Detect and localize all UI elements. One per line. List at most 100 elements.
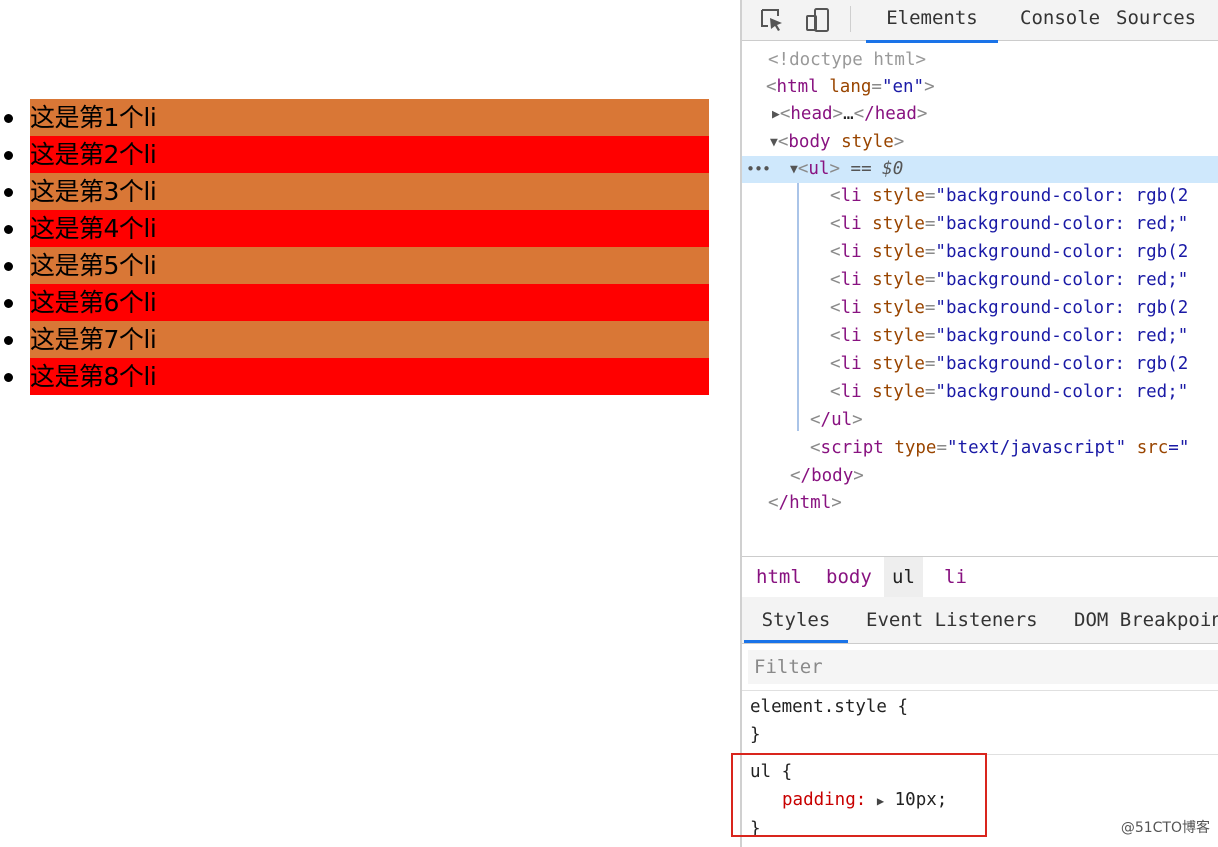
tag-name: li [840, 382, 862, 402]
dom-html-open[interactable]: <html lang="en"> [742, 74, 1218, 101]
tag-name: li [840, 354, 862, 374]
inspect-element-icon[interactable] [758, 6, 786, 34]
list-item: 这是第3个li [4, 173, 709, 210]
element-style-rule[interactable]: element.style { } [750, 693, 908, 749]
dom-doctype[interactable]: <!doctype html> [742, 47, 1218, 74]
tab-styles[interactable]: Styles [744, 597, 848, 643]
tab-sources[interactable]: Sources [1116, 0, 1196, 40]
dom-li-row[interactable]: <li style="background-color: red;" [742, 323, 1218, 350]
tag-name: ul [808, 159, 830, 179]
tag-name: li [840, 270, 862, 290]
bullet-icon [4, 151, 13, 160]
list-item-label: 这是第3个li [30, 177, 157, 206]
bullet-icon [4, 373, 13, 382]
rule-close-brace: } [750, 725, 761, 745]
dom-head[interactable]: ▶<head>…</head> [742, 101, 1218, 128]
attr-value: "background-color: red;" [935, 326, 1189, 346]
tag-name: li [840, 298, 862, 318]
dom-li-row[interactable]: <li style="background-color: red;" [742, 379, 1218, 406]
tag-name: li [840, 242, 862, 262]
tag-name: body [788, 132, 831, 152]
breadcrumb: html body ul li [742, 556, 1218, 598]
breadcrumb-html[interactable]: html [748, 557, 810, 597]
devtools-panel: Elements Console Sources <!doctype html>… [740, 0, 1218, 847]
attr-value: "background-color: red;" [935, 270, 1189, 290]
attr-name: src [1136, 438, 1169, 458]
attr-value: "background-color: red;" [935, 382, 1189, 402]
breadcrumb-ul[interactable]: ul [884, 557, 923, 597]
tag-name: /html [778, 493, 832, 513]
attr-value: "background-color: red;" [935, 214, 1189, 234]
doctype-text: <!doctype html> [768, 50, 927, 70]
tab-console[interactable]: Console [1020, 0, 1100, 40]
list-item-label: 这是第5个li [30, 251, 157, 280]
bullet-icon [4, 262, 13, 271]
bullet-icon [4, 188, 13, 197]
rule-selector: element.style { [750, 697, 909, 717]
attr-name: style [872, 382, 925, 402]
watermark: @51CTO博客 [1120, 820, 1210, 836]
dom-html-close[interactable]: </html> [742, 490, 1218, 517]
attr-name: style [872, 186, 925, 206]
annotation-highlight-box [731, 753, 987, 837]
expand-triangle-icon[interactable]: ▶ [772, 107, 780, 122]
list-item-label: 这是第8个li [30, 362, 157, 391]
bullet-icon [4, 225, 13, 234]
tag-name: script [820, 438, 884, 458]
bullet-icon [4, 114, 13, 123]
attr-value: =" [1168, 438, 1190, 458]
attr-name: type [894, 438, 937, 458]
tag-name: html [776, 77, 819, 97]
dom-body-close[interactable]: </body> [742, 463, 1218, 490]
dom-body-open[interactable]: ▼<body style> [742, 129, 1218, 156]
attr-value: "background-color: rgb(2 [935, 242, 1189, 262]
attr-name: style [872, 242, 925, 262]
styles-pane-tabs: Styles Event Listeners DOM Breakpoin [742, 597, 1218, 644]
styles-filter-row [742, 644, 1218, 691]
attr-name: lang [829, 77, 872, 97]
bullet-icon [4, 336, 13, 345]
breadcrumb-li[interactable]: li [936, 557, 975, 597]
tag-name: /ul [820, 410, 853, 430]
dom-li-row[interactable]: <li style="background-color: rgb(2 [742, 295, 1218, 322]
attr-value: "background-color: rgb(2 [935, 354, 1189, 374]
tag-name: head [790, 104, 833, 124]
list-item: 这是第8个li [4, 358, 709, 395]
tag-name: li [840, 214, 862, 234]
dom-li-row[interactable]: <li style="background-color: rgb(2 [742, 239, 1218, 266]
more-options-icon[interactable]: ••• [746, 160, 771, 178]
attr-name: style [872, 326, 925, 346]
dom-ul-close[interactable]: </ul> [742, 407, 1218, 434]
dom-li-row[interactable]: <li style="background-color: rgb(2 [742, 183, 1218, 210]
demo-list: 这是第1个li 这是第2个li 这是第3个li 这是第4个li 这是第5个li 这是第6个… [4, 99, 709, 395]
list-item: 这是第2个li [4, 136, 709, 173]
attr-name: style [872, 354, 925, 374]
list-item-label: 这是第7个li [30, 325, 157, 354]
attr-value: "en" [881, 77, 925, 97]
dom-script[interactable]: <script type="text/javascript" src=" [742, 435, 1218, 462]
dom-ul-open[interactable]: ▼<ul> == $0 [742, 156, 1218, 183]
list-item: 这是第5个li [4, 247, 709, 284]
device-toolbar-icon[interactable] [804, 6, 832, 34]
devtools-toolbar: Elements Console Sources [742, 0, 1218, 43]
tag-name: /body [800, 466, 854, 486]
dom-li-row[interactable]: <li style="background-color: red;" [742, 211, 1218, 238]
selected-node-marker: == $0 [850, 159, 904, 179]
tab-elements[interactable]: Elements [866, 0, 998, 43]
list-item: 这是第1个li [4, 99, 709, 136]
breadcrumb-body[interactable]: body [818, 557, 880, 597]
tab-dom-breakpoints[interactable]: DOM Breakpoin [1074, 597, 1218, 643]
collapse-triangle-icon[interactable]: ▼ [790, 162, 798, 177]
tab-event-listeners[interactable]: Event Listeners [866, 597, 1038, 643]
list-item-label: 这是第4个li [30, 214, 157, 243]
list-item: 这是第7个li [4, 321, 709, 358]
collapsed-ellipsis[interactable]: … [843, 104, 854, 124]
styles-filter-input[interactable] [748, 650, 1218, 684]
dom-li-row[interactable]: <li style="background-color: rgb(2 [742, 351, 1218, 378]
collapse-triangle-icon[interactable]: ▼ [770, 135, 778, 150]
dom-tree: <!doctype html> <html lang="en"> ▶<head>… [742, 41, 1218, 555]
page-viewport: 这是第1个li 这是第2个li 这是第3个li 这是第4个li 这是第5个li 这是第6个… [0, 0, 740, 847]
attr-name: style [841, 132, 894, 152]
dom-li-row[interactable]: <li style="background-color: red;" [742, 267, 1218, 294]
bullet-icon [4, 299, 13, 308]
